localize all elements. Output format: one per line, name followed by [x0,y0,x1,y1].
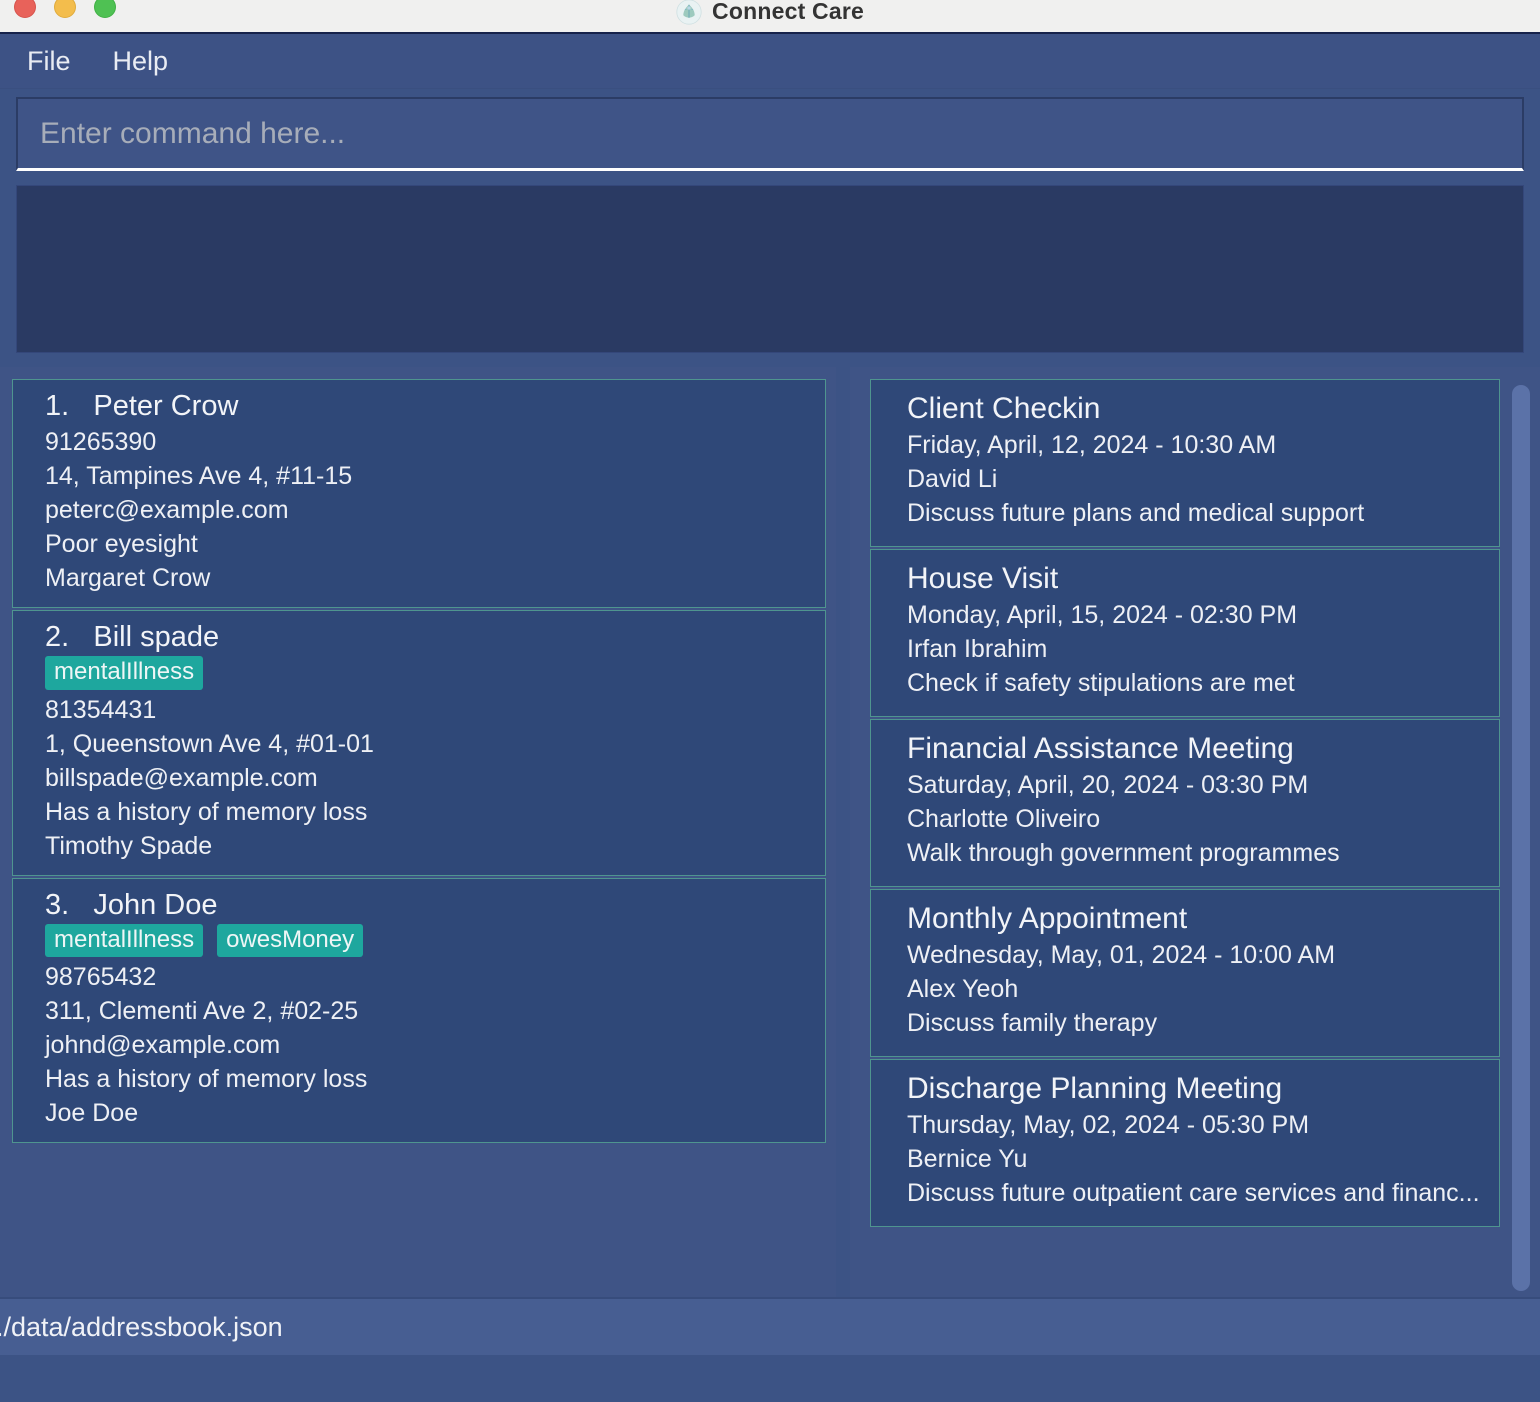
result-display [16,185,1524,353]
person-list-item[interactable]: 2. Bill spade mentalIllness 81354431 1, … [12,610,826,876]
menu-bar: File Help [0,34,1540,89]
person-list-item[interactable]: 3. John Doe mentalIllness owesMoney 9876… [12,877,826,1144]
scrollbar-thumb[interactable] [1512,385,1530,1291]
appointment-datetime: Wednesday, May, 01, 2024 - 10:00 AM [907,941,1336,969]
person-note: Poor eyesight [45,530,198,558]
appointment-title: Client Checkin [907,392,1101,425]
menu-item-file[interactable]: File [27,46,71,77]
appointment-list-item[interactable]: Discharge Planning Meeting Thursday, May… [870,1059,1500,1227]
result-display-container [0,171,1540,353]
person-tag: owesMoney [217,923,364,958]
appointment-list-item[interactable]: Financial Assistance Meeting Saturday, A… [870,719,1500,887]
person-email: peterc@example.com [45,496,289,524]
status-bar: ./data/addressbook.json [0,1297,1540,1355]
appointment-datetime: Saturday, April, 20, 2024 - 03:30 PM [907,771,1309,799]
connect-care-logo-icon [676,0,702,25]
person-tag: mentalIllness [45,656,204,690]
person-next-of-kin: Timothy Spade [45,831,213,860]
person-next-of-kin: Margaret Crow [45,564,211,592]
appointment-list-item[interactable]: House Visit Monday, April, 15, 2024 - 02… [870,549,1500,717]
person-address: 14, Tampines Ave 4, #11-15 [45,462,353,490]
appointment-description: Discuss future outpatient care services … [907,1179,1480,1207]
appointment-datetime: Monday, April, 15, 2024 - 02:30 PM [907,601,1298,629]
appointment-list-panel: Client Checkin Friday, April, 12, 2024 -… [850,367,1540,1297]
person-tag: mentalIllness [45,923,204,958]
appointment-datetime: Thursday, May, 02, 2024 - 05:30 PM [907,1111,1310,1139]
person-phone: 91265390 [45,428,157,456]
person-phone: 98765432 [45,963,157,992]
person-list-panel: 1. Peter Crow 91265390 14, Tampines Ave … [0,367,836,1297]
window-title-group: Connect Care [0,0,1540,25]
main-content: 1. Peter Crow 91265390 14, Tampines Ave … [0,367,1540,1297]
appointment-title: House Visit [907,562,1059,595]
appointment-description: Discuss family therapy [907,1009,1158,1037]
command-input[interactable] [40,116,1522,151]
appointment-person: Charlotte Oliveiro [907,805,1101,833]
person-name: 2. Bill spade [45,621,220,653]
person-tag-row: mentalIllness [45,656,825,690]
menu-item-help[interactable]: Help [113,46,169,77]
appointment-description: Check if safety stipulations are met [907,669,1295,697]
person-email: billspade@example.com [45,763,318,792]
appointment-person: Bernice Yu [907,1145,1028,1173]
person-name: 3. John Doe [45,888,218,921]
appointment-list: Client Checkin Friday, April, 12, 2024 -… [870,379,1500,1297]
pane-divider[interactable] [836,367,850,1297]
appointment-title: Financial Assistance Meeting [907,732,1294,765]
appointment-list-item[interactable]: Monthly Appointment Wednesday, May, 01, … [870,889,1500,1057]
status-bar-file-path: ./data/addressbook.json [0,1311,283,1342]
appointment-title: Monthly Appointment [907,902,1188,935]
appointment-list-scrollbar[interactable] [1510,379,1532,1297]
person-email: johnd@example.com [45,1031,281,1060]
appointment-person: David Li [907,465,998,493]
appointment-person: Irfan Ibrahim [907,635,1048,663]
person-tag-row: mentalIllness owesMoney [45,923,825,958]
window-title-bar: Connect Care [0,0,1540,34]
appointment-list-item[interactable]: Client Checkin Friday, April, 12, 2024 -… [870,379,1500,547]
command-box-container [0,89,1540,171]
person-address: 1, Queenstown Ave 4, #01-01 [45,729,374,758]
person-next-of-kin: Joe Doe [45,1099,139,1128]
person-address: 311, Clementi Ave 2, #02-25 [45,997,359,1026]
appointment-description: Discuss future plans and medical support [907,499,1365,527]
appointment-description: Walk through government programmes [907,839,1340,867]
app-title: Connect Care [712,0,864,24]
appointment-person: Alex Yeoh [907,975,1019,1003]
person-name: 1. Peter Crow [45,390,239,422]
person-phone: 81354431 [45,695,157,724]
person-note: Has a history of memory loss [45,1065,368,1094]
appointment-title: Discharge Planning Meeting [907,1072,1283,1105]
appointment-datetime: Friday, April, 12, 2024 - 10:30 AM [907,431,1277,459]
person-list-item[interactable]: 1. Peter Crow 91265390 14, Tampines Ave … [12,379,826,608]
command-box[interactable] [16,97,1524,171]
person-note: Has a history of memory loss [45,797,368,826]
